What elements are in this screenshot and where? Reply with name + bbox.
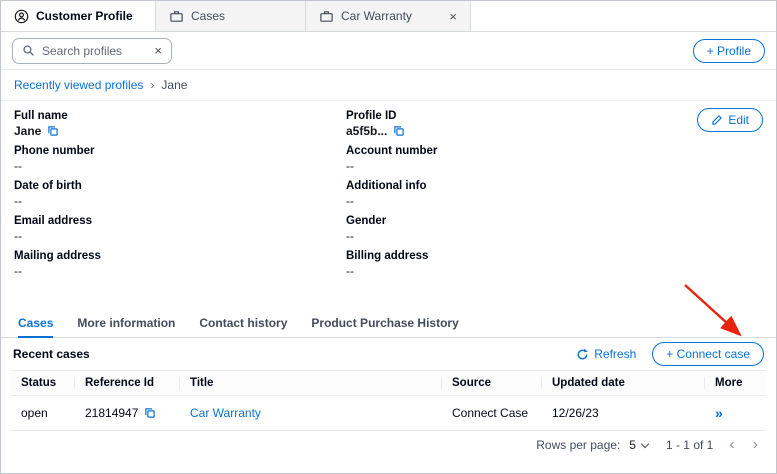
breadcrumb-current: Jane [161,78,187,92]
field-label: Billing address [346,250,763,262]
tab-label: Cases [191,9,225,23]
column-header-reference-id: Reference Id [75,371,180,395]
table-header-row: Status Reference Id Title Source Updated… [11,370,766,396]
field-account-number: Account number -- [346,145,763,175]
previous-page-button[interactable]: ‹ [727,437,736,453]
add-profile-button[interactable]: + Profile [693,39,765,63]
field-value: -- [14,159,346,173]
field-label: Phone number [14,145,346,157]
tab-car-warranty[interactable]: Car Warranty × [306,1,471,31]
edit-icon [711,114,723,126]
section-title: Recent cases [13,347,90,361]
search-input[interactable] [42,44,147,58]
table-row: open 21814947 Car Warranty Connect Case … [11,396,766,431]
close-icon[interactable]: × [449,10,457,23]
rows-per-page-label: Rows per page: [536,438,620,452]
breadcrumb-link[interactable]: Recently viewed profiles [14,78,143,92]
cell-reference-id: 21814947 [75,397,180,429]
rows-per-page-select[interactable]: 5 [625,436,652,454]
field-label: Email address [14,215,346,227]
page-range: 1 - 1 of 1 [666,438,713,452]
refresh-button[interactable]: Refresh [576,347,636,361]
edit-button[interactable]: Edit [697,108,763,132]
search-icon [22,44,35,57]
rows-per-page: Rows per page: 5 [536,436,652,454]
tab-customer-profile[interactable]: Customer Profile [1,1,156,31]
table-pagination: Rows per page: 5 1 - 1 of 1 ‹ › [1,431,776,459]
field-phone-number: Phone number -- [14,145,346,175]
field-email-address: Email address -- [14,215,346,245]
expand-row-icon[interactable]: » [715,405,723,421]
field-value: -- [346,194,763,208]
breadcrumb: Recently viewed profiles › Jane [1,70,776,101]
field-value: Jane [14,124,346,138]
column-header-source: Source [442,371,542,395]
workspace-tabbar: Customer Profile Cases Car Warranty × [1,1,776,32]
recent-cases-header: Recent cases Refresh + Connect case [1,338,776,370]
field-value: -- [346,159,763,173]
cell-status: open [11,397,75,429]
field-billing-address: Billing address -- [346,250,763,280]
tab-product-purchase-history[interactable]: Product Purchase History [311,308,458,338]
tab-label: Car Warranty [341,9,412,23]
field-value: -- [14,264,346,278]
search-box: × [12,38,172,64]
field-full-name: Full name Jane [14,110,346,140]
refresh-icon [576,348,589,361]
field-value: -- [346,229,763,243]
tab-more-information[interactable]: More information [77,308,175,338]
field-label: Account number [346,145,763,157]
field-date-of-birth: Date of birth -- [14,180,346,210]
tab-contact-history[interactable]: Contact history [199,308,287,338]
copy-icon[interactable] [47,125,59,137]
fields-grid: Full name Jane Profile ID a5f5b... Phone… [14,110,763,280]
profile-toolbar: × + Profile [1,32,776,70]
breadcrumb-separator: › [150,78,154,92]
field-mailing-address: Mailing address -- [14,250,346,280]
cell-title: Car Warranty [180,397,442,429]
field-value: -- [14,194,346,208]
column-header-updated-date: Updated date [542,371,705,395]
field-value: -- [346,264,763,278]
copy-icon[interactable] [393,125,405,137]
field-label: Mailing address [14,250,346,262]
cell-source: Connect Case [442,397,542,429]
field-label: Gender [346,215,763,227]
tab-cases[interactable]: Cases [156,1,306,31]
tab-label: Customer Profile [36,9,133,23]
person-icon [14,9,29,24]
connect-case-button[interactable]: + Connect case [652,342,764,366]
field-label: Date of birth [14,180,346,192]
column-header-more: More [705,371,766,395]
clear-search-icon[interactable]: × [154,44,162,57]
next-page-button[interactable]: › [751,437,760,453]
chevron-down-icon [641,439,649,447]
case-title-link[interactable]: Car Warranty [190,406,261,420]
column-header-title: Title [180,371,442,395]
copy-icon[interactable] [144,407,156,419]
briefcase-icon [169,9,184,24]
cell-updated-date: 12/26/23 [542,397,705,429]
field-additional-info: Additional info -- [346,180,763,210]
tab-cases-detail[interactable]: Cases [18,308,53,338]
field-gender: Gender -- [346,215,763,245]
detail-tabbar: Cases More information Contact history P… [1,308,776,338]
customer-profile-app: Customer Profile Cases Car Warranty × × … [0,0,777,474]
field-value: -- [14,229,346,243]
cell-more: » [705,396,766,430]
cases-table: Status Reference Id Title Source Updated… [11,370,766,431]
column-header-status: Status [11,371,75,395]
field-label: Additional info [346,180,763,192]
briefcase-icon [319,9,334,24]
profile-details: Edit Full name Jane Profile ID a5f5b... … [1,101,776,308]
field-label: Full name [14,110,346,122]
